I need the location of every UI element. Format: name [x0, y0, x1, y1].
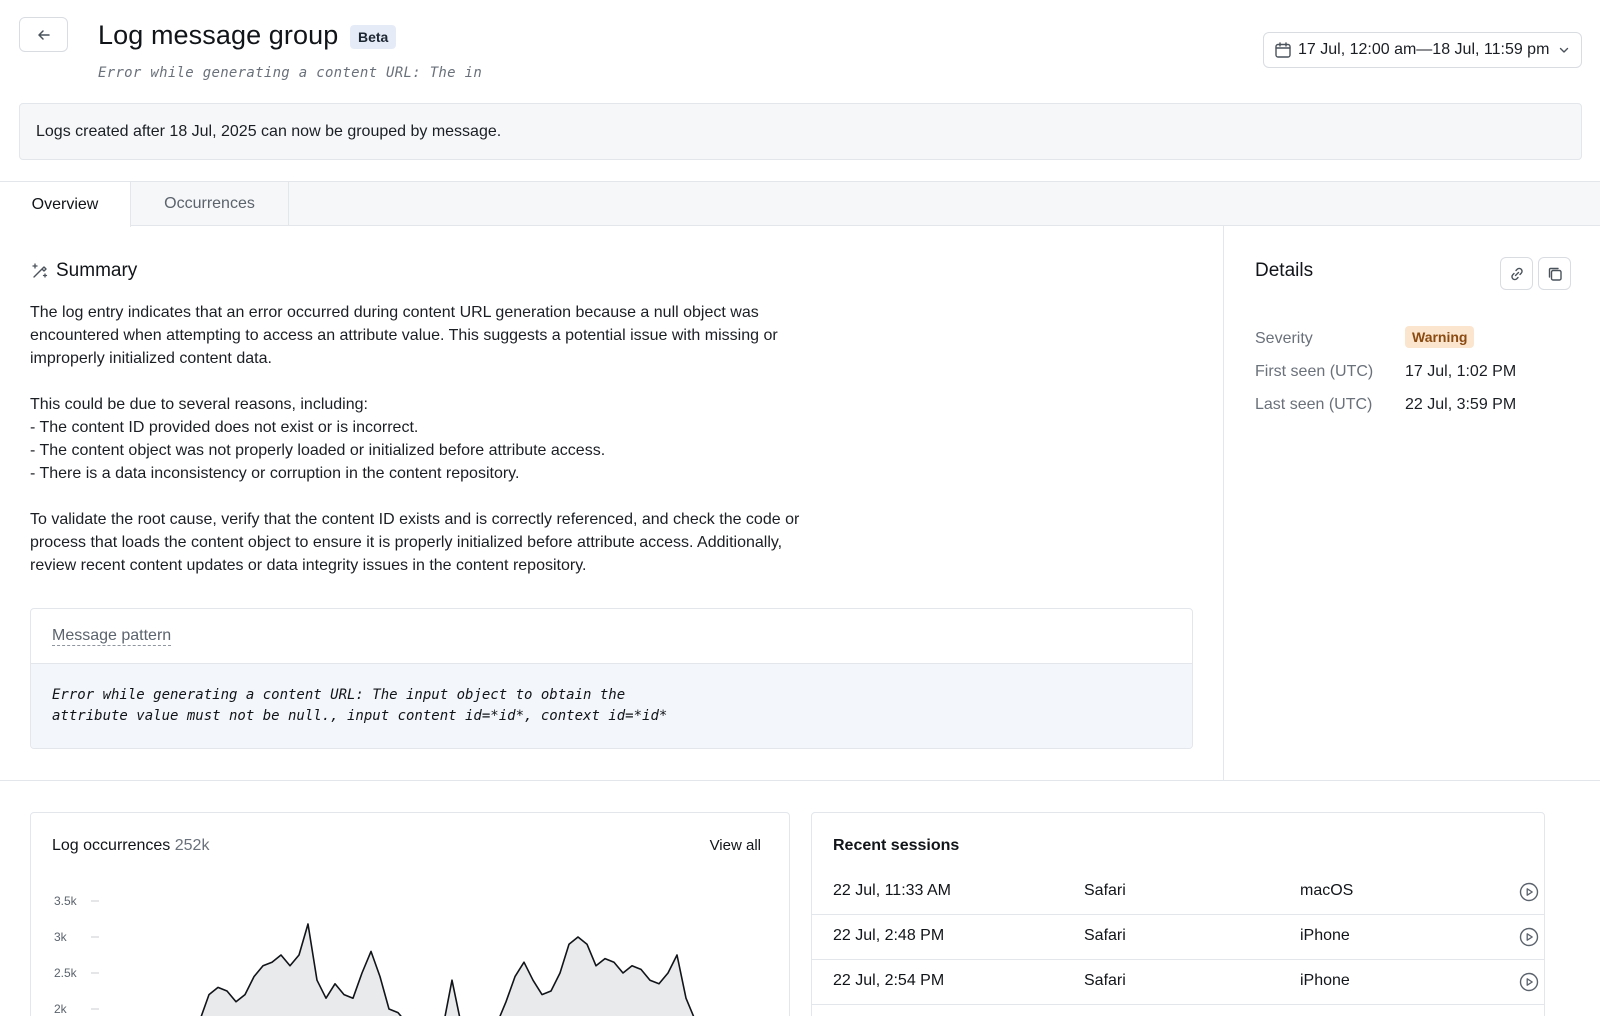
summary-bullet: - The content object was not properly lo… — [30, 442, 606, 459]
detail-key: Last seen (UTC) — [1255, 396, 1373, 413]
occurrences-title: Log occurrences 252k — [52, 837, 209, 855]
page-subtitle: Error while generating a content URL: Th… — [98, 65, 483, 81]
pattern-line: attribute value must not be null., input… — [52, 708, 668, 724]
date-range-picker[interactable]: 17 Jul, 12:00 am—18 Jul, 11:59 pm — [1263, 32, 1582, 68]
session-browser: Safari — [1084, 927, 1126, 944]
log-occurrences-card: Log occurrences 252k View all 3.5k 3k 2.5k… — [30, 812, 790, 1016]
detail-value: 17 Jul, 1:02 PM — [1405, 363, 1517, 380]
copy-icon — [1546, 265, 1564, 283]
beta-badge: Beta — [350, 25, 397, 49]
recent-sessions-card: Recent sessions 22 Jul, 11:33 AM Safari … — [811, 812, 1545, 1016]
summary-paragraph: This could be due to several reasons, in… — [30, 396, 368, 413]
tab-overview[interactable]: Overview — [0, 182, 131, 227]
detail-value: 22 Jul, 3:59 PM — [1405, 396, 1517, 413]
y-tick-label: 3.5k — [54, 894, 78, 908]
message-pattern-card: Message pattern Error while generating a… — [30, 608, 1193, 749]
session-time: 22 Jul, 11:33 AM — [833, 882, 951, 899]
detail-key: Severity — [1255, 330, 1313, 347]
view-all-link[interactable]: View all — [710, 837, 761, 854]
page-title: Log message group — [98, 20, 339, 50]
occurrences-chart: 3.5k 3k 2.5k 2k — [54, 894, 695, 1016]
occurrences-label: Log occurrences — [52, 837, 171, 854]
link-icon — [1508, 265, 1526, 283]
summary-bullet: - The content ID provided does not exist… — [30, 419, 419, 436]
sparkle-pen-icon — [30, 261, 50, 281]
session-browser: Safari — [1084, 972, 1126, 989]
calendar-icon — [1274, 41, 1292, 59]
session-row[interactable]: 22 Jul, 2:54 PM Safari iPhone — [812, 960, 1544, 1005]
play-icon[interactable] — [1518, 881, 1540, 903]
sessions-title: Recent sessions — [833, 837, 960, 854]
tab-occurrences[interactable]: Occurrences — [131, 182, 289, 226]
details-title: Details — [1255, 260, 1314, 281]
y-tick-label: 2k — [54, 1002, 68, 1016]
summary-paragraph: To validate the root cause, verify that … — [30, 511, 800, 574]
session-os: macOS — [1300, 882, 1354, 899]
copy-button[interactable] — [1538, 257, 1571, 290]
session-row[interactable]: 22 Jul, 11:33 AM Safari macOS — [812, 870, 1544, 915]
info-banner: Logs created after 18 Jul, 2025 can now … — [19, 103, 1582, 160]
back-button[interactable] — [19, 17, 68, 52]
occurrences-count: 252k — [174, 837, 210, 854]
arrow-left-icon — [35, 26, 53, 44]
summary-title: Summary — [56, 260, 138, 281]
session-os: iPhone — [1300, 927, 1350, 944]
summary-bullet: - There is a data inconsistency or corru… — [30, 465, 520, 482]
play-icon[interactable] — [1518, 971, 1540, 993]
session-browser: Safari — [1084, 882, 1126, 899]
play-icon[interactable] — [1518, 926, 1540, 948]
y-tick-label: 3k — [54, 930, 68, 944]
detail-key: First seen (UTC) — [1255, 363, 1374, 380]
summary-paragraph: The log entry indicates that an error oc… — [30, 304, 778, 367]
banner-text: Logs created after 18 Jul, 2025 can now … — [36, 122, 502, 140]
summary-header: Summary — [30, 260, 137, 282]
message-pattern-title[interactable]: Message pattern — [52, 627, 172, 646]
tab-bar: Overview Occurrences — [0, 181, 1600, 227]
message-pattern-code: Error while generating a content URL: Th… — [31, 664, 1192, 748]
date-range-label: 17 Jul, 12:00 am—18 Jul, 11:59 pm — [1298, 41, 1550, 58]
chevron-down-icon — [1557, 43, 1571, 57]
session-row[interactable]: 22 Jul, 2:48 PM Safari iPhone — [812, 915, 1544, 960]
pattern-line: Error while generating a content URL: Th… — [52, 687, 626, 703]
y-tick-label: 2.5k — [54, 966, 78, 980]
severity-badge: Warning — [1405, 326, 1475, 348]
summary-text: The log entry indicates that an error oc… — [30, 301, 830, 577]
column-divider — [1223, 226, 1224, 781]
session-time: 22 Jul, 2:54 PM — [833, 972, 945, 989]
section-divider — [0, 780, 1600, 781]
session-time: 22 Jul, 2:48 PM — [833, 927, 945, 944]
session-os: iPhone — [1300, 972, 1350, 989]
series-area — [201, 924, 694, 1016]
copy-link-button[interactable] — [1500, 257, 1533, 290]
